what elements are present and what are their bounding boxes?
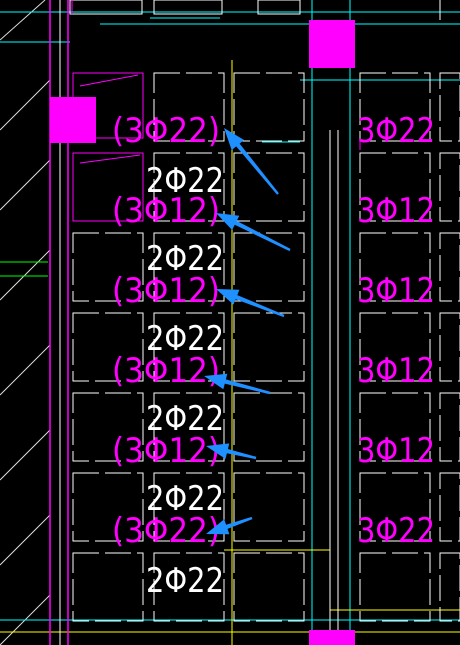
- rebar-label-white: 2Φ22: [146, 561, 224, 601]
- rebar-label-magenta: (3Φ22): [112, 111, 220, 151]
- rebar-label-magenta: (3Φ12): [112, 351, 220, 391]
- cad-drawing-canvas: (3Φ22)2Φ22(3Φ12)2Φ22(3Φ12)2Φ22(3Φ12)2Φ22…: [0, 0, 460, 645]
- rebar-label-right: 3Φ12: [357, 191, 435, 231]
- rebar-label-right: 3Φ22: [357, 511, 435, 551]
- rebar-label-magenta: (3Φ12): [112, 431, 220, 471]
- rebar-label-right: 3Φ12: [357, 271, 435, 311]
- rebar-label-right: 3Φ22: [357, 111, 435, 151]
- rebar-label-magenta: (3Φ12): [112, 191, 220, 231]
- rebar-label-right: 3Φ12: [357, 431, 435, 471]
- rebar-label-magenta: (3Φ12): [112, 271, 220, 311]
- rebar-label-right: 3Φ12: [357, 351, 435, 391]
- rebar-label-magenta: (3Φ22): [112, 511, 220, 551]
